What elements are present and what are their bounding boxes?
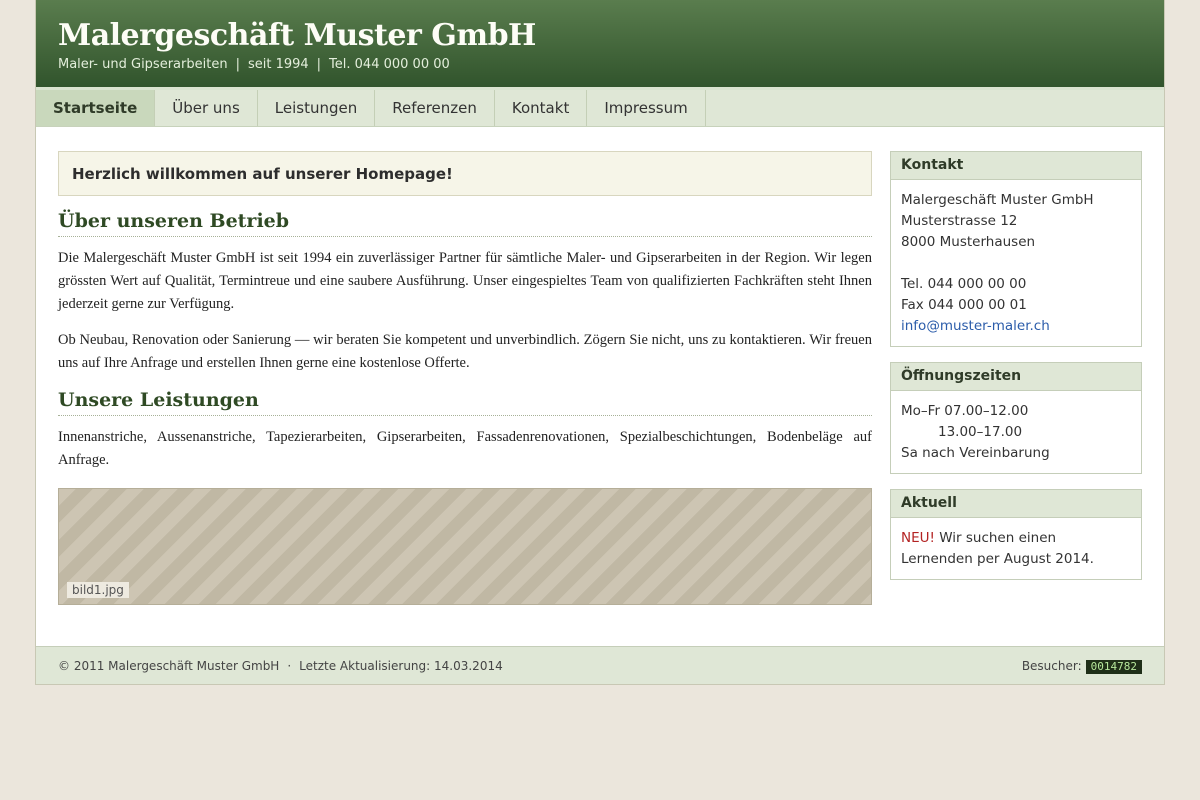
nav-item-referenzen[interactable]: Referenzen xyxy=(375,90,495,126)
section-heading-leistungen: Unsere Leistungen xyxy=(58,389,872,416)
nav-item-ueber-uns[interactable]: Über uns xyxy=(155,90,258,126)
image-placeholder: bild1.jpg xyxy=(58,488,872,605)
contact-tel: Tel. 044 000 00 00 xyxy=(901,276,1027,292)
site-footer: © 2011 Malergeschäft Muster GmbH · Letzte … xyxy=(36,646,1164,684)
footer-copyright: © 2011 Malergeschäft Muster GmbH xyxy=(58,659,280,673)
contact-fax: Fax 044 000 00 01 xyxy=(901,297,1027,313)
nav-item-startseite[interactable]: Startseite xyxy=(36,90,156,126)
tagline-separator: | xyxy=(235,57,240,72)
nav-item-kontakt[interactable]: Kontakt xyxy=(495,90,588,126)
contact-spacer xyxy=(901,253,1131,274)
hours-box-body: Mo–Fr 07.00–12.00 13.00–17.00 Sa nach Ve… xyxy=(891,391,1141,473)
contact-email-link[interactable]: info@muster-maler.ch xyxy=(901,316,1131,337)
visitor-counter-value: 0014782 xyxy=(1085,659,1142,674)
news-new-badge: NEU! xyxy=(901,530,935,546)
site-header: Malergeschäft Muster GmbH Maler- und Gip… xyxy=(36,0,1164,90)
hours-weekday-afternoon: 13.00–17.00 xyxy=(938,424,1023,440)
nav-item-impressum[interactable]: Impressum xyxy=(587,90,706,126)
section-heading-betrieb: Über unseren Betrieb xyxy=(58,210,872,237)
hours-saturday: Sa nach Vereinbarung xyxy=(901,445,1050,461)
tagline-since: seit 1994 xyxy=(247,57,309,72)
tagline-phone: Tel. 044 000 00 00 xyxy=(329,57,450,72)
tagline-services: Maler- und Gipserarbeiten xyxy=(58,57,228,72)
paragraph-betrieb-1: Die Malergeschäft Muster GmbH ist seit 1… xyxy=(58,250,872,312)
sidebar: Kontakt Malergeschäft Muster GmbH Muster… xyxy=(890,151,1142,595)
nav-item-leistungen[interactable]: Leistungen xyxy=(258,90,376,126)
tagline-separator: | xyxy=(316,57,322,72)
news-box: Aktuell NEU! Wir suchen einen Lernenden … xyxy=(890,489,1142,580)
contact-company: Malergeschäft Muster GmbH xyxy=(901,192,1094,208)
hours-weekday-morning: Mo–Fr 07.00–12.00 xyxy=(901,403,1029,419)
news-box-title: Aktuell xyxy=(891,490,1141,518)
site-tagline: Maler- und Gipserarbeiten | seit 1994 | Tel.… xyxy=(58,57,1164,72)
visitor-counter-label: Besucher: xyxy=(1021,659,1082,673)
news-box-body: NEU! Wir suchen einen Lernenden per Augu… xyxy=(891,518,1141,579)
contact-box-body: Malergeschäft Muster GmbH Musterstrasse … xyxy=(891,180,1141,346)
visitor-counter: Besucher: 0014782 xyxy=(1022,647,1142,685)
page-container: Malergeschäft Muster GmbH Maler- und Gip… xyxy=(35,0,1165,685)
footer-last-updated: Letzte Aktualisierung: 14.03.2014 xyxy=(299,659,503,673)
contact-city: 8000 Musterhausen xyxy=(901,234,1036,250)
contact-street: Musterstrasse 12 xyxy=(901,213,1018,229)
footer-separator: · xyxy=(287,659,292,673)
welcome-banner: Herzlich willkommen auf unserer Homepage… xyxy=(58,151,872,196)
hours-box-title: Öffnungszeiten xyxy=(891,363,1141,391)
hours-box: Öffnungszeiten Mo–Fr 07.00–12.00 13.00–1… xyxy=(890,362,1142,474)
contact-box-title: Kontakt xyxy=(891,152,1141,180)
contact-box: Kontakt Malergeschäft Muster GmbH Muster… xyxy=(890,151,1142,347)
main-navigation: Startseite Über uns Leistungen Referenze… xyxy=(36,90,1164,127)
paragraph-leistungen: Innenanstriche, Aussenanstriche, Tapezie… xyxy=(58,429,872,468)
paragraph-betrieb-2: Ob Neubau, Renovation oder Sanierung — w… xyxy=(58,332,872,371)
site-title[interactable]: Malergeschäft Muster GmbH xyxy=(58,18,1164,54)
main-content: Herzlich willkommen auf unserer Homepage… xyxy=(58,151,872,605)
image-filename-label: bild1.jpg xyxy=(67,582,129,598)
